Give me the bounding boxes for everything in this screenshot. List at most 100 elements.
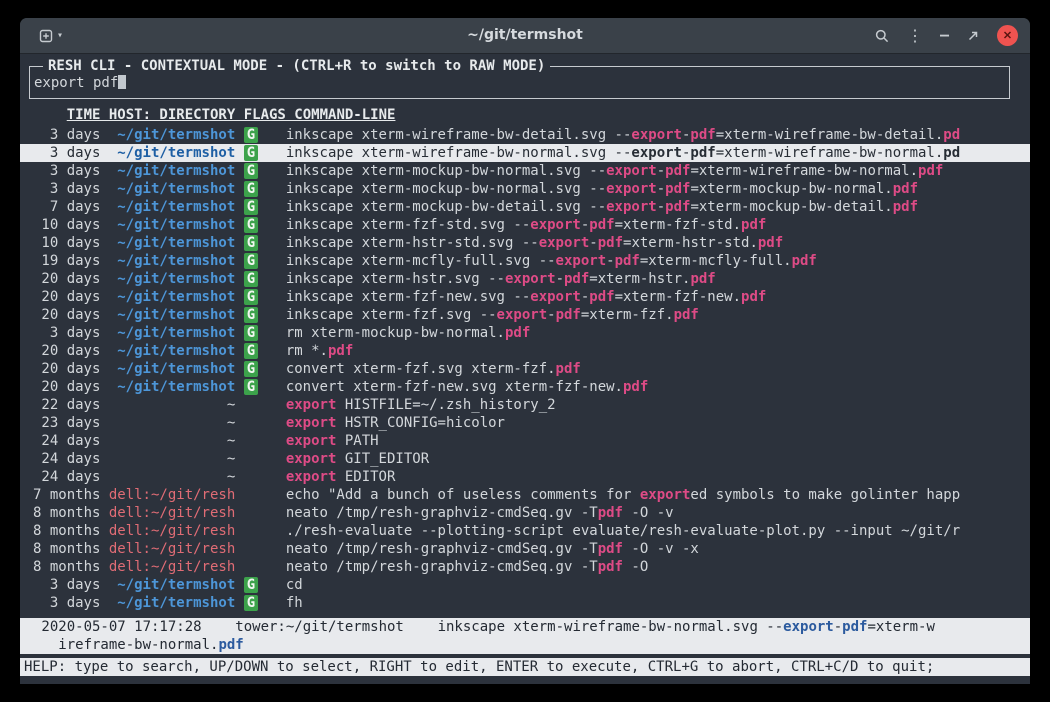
history-row[interactable]: 20 days~/git/termshotGinkscape xterm-fzf…	[20, 306, 1030, 324]
row-command: export PATH	[286, 432, 1030, 450]
row-host-directory: ~/git/termshot	[109, 198, 235, 216]
row-time: 7 months	[33, 486, 100, 504]
history-row[interactable]: 7 monthsdell:~/git/reshecho "Add a bunch…	[20, 486, 1030, 504]
menu-button[interactable]: ⋮	[907, 28, 923, 44]
git-flag-badge: G	[244, 577, 258, 593]
row-time: 10 days	[33, 234, 100, 252]
search-input[interactable]: export pdf	[34, 75, 126, 91]
row-flags	[244, 540, 286, 558]
git-flag-badge: G	[244, 325, 258, 341]
history-row[interactable]: 20 days~/git/termshotGinkscape xterm-fzf…	[20, 288, 1030, 306]
row-flags	[244, 504, 286, 522]
history-row[interactable]: 24 days~export PATH	[20, 432, 1030, 450]
history-row[interactable]: 7 days~/git/termshotGinkscape xterm-mock…	[20, 198, 1030, 216]
titlebar-right-controls: ⋮ – ✕	[874, 25, 1018, 46]
history-row[interactable]: 10 days~/git/termshotGinkscape xterm-hst…	[20, 234, 1030, 252]
history-row[interactable]: 8 monthsdell:~/git/reshneato /tmp/resh-g…	[20, 540, 1030, 558]
search-icon	[874, 28, 890, 44]
row-flags: G	[244, 144, 286, 162]
row-command: neato /tmp/resh-graphviz-cmdSeq.gv -Tpdf…	[286, 504, 1030, 522]
history-row[interactable]: 3 days~/git/termshotGinkscape xterm-mock…	[20, 180, 1030, 198]
history-row[interactable]: 20 days~/git/termshotGconvert xterm-fzf.…	[20, 360, 1030, 378]
close-icon: ✕	[1003, 29, 1012, 42]
row-time: 20 days	[33, 288, 100, 306]
row-command: inkscape xterm-wireframe-bw-normal.svg -…	[286, 144, 1030, 162]
row-host-directory: ~/git/termshot	[109, 252, 235, 270]
history-row[interactable]: 23 days~export HSTR_CONFIG=hicolor	[20, 414, 1030, 432]
history-row[interactable]: 8 monthsdell:~/git/reshneato /tmp/resh-g…	[20, 504, 1030, 522]
history-row[interactable]: 24 days~export GIT_EDITOR	[20, 450, 1030, 468]
row-command: inkscape xterm-mockup-bw-normal.svg --ex…	[286, 162, 1030, 180]
minimize-icon: –	[940, 28, 949, 43]
row-command: cd	[286, 576, 1030, 594]
row-time: 3 days	[33, 126, 100, 144]
row-flags: G	[244, 252, 286, 270]
history-row[interactable]: 8 monthsdell:~/git/resh./resh-evaluate -…	[20, 522, 1030, 540]
git-flag-badge: G	[244, 595, 258, 611]
row-command: inkscape xterm-mcfly-full.svg --export-p…	[286, 252, 1030, 270]
row-time: 3 days	[33, 180, 100, 198]
row-flags	[244, 432, 286, 450]
history-row[interactable]: 24 days~export EDITOR	[20, 468, 1030, 486]
chevron-down-icon: ▾	[57, 31, 63, 41]
history-row[interactable]: 8 monthsdell:~/git/reshneato /tmp/resh-g…	[20, 558, 1030, 576]
new-terminal-dropdown-button[interactable]: ▾	[57, 31, 63, 41]
history-row[interactable]: 3 days~/git/termshotGcd	[20, 576, 1030, 594]
history-row[interactable]: 3 days~/git/termshotGinkscape xterm-wire…	[20, 126, 1030, 144]
git-flag-badge: G	[244, 289, 258, 305]
row-command: inkscape xterm-wireframe-bw-detail.svg -…	[286, 126, 1030, 144]
row-host-directory: dell:~/git/resh	[109, 540, 235, 558]
row-command: fh	[286, 594, 1030, 612]
git-flag-badge: G	[244, 145, 258, 161]
row-flags: G	[244, 378, 286, 396]
row-flags	[244, 486, 286, 504]
row-host-directory: dell:~/git/resh	[109, 522, 235, 540]
history-header-pad	[33, 107, 67, 123]
row-flags: G	[244, 360, 286, 378]
titlebar[interactable]: ▾ ~/git/termshot ⋮ –	[20, 18, 1030, 54]
row-host-directory: ~/git/termshot	[109, 270, 235, 288]
history-row[interactable]: 3 days~/git/termshotGinkscape xterm-mock…	[20, 162, 1030, 180]
git-flag-badge: G	[244, 361, 258, 377]
row-time: 3 days	[33, 144, 100, 162]
git-flag-badge: G	[244, 127, 258, 143]
row-command: inkscape xterm-hstr.svg --export-pdf=xte…	[286, 270, 1030, 288]
close-button[interactable]: ✕	[997, 25, 1018, 46]
history-row[interactable]: 22 days~export HISTFILE=~/.zsh_history_2	[20, 396, 1030, 414]
row-flags: G	[244, 342, 286, 360]
row-command: convert xterm-fzf-new.svg xterm-fzf-new.…	[286, 378, 1030, 396]
new-terminal-button[interactable]	[38, 28, 54, 44]
row-command: export HISTFILE=~/.zsh_history_2	[286, 396, 1030, 414]
history-row[interactable]: 20 days~/git/termshotGinkscape xterm-hst…	[20, 270, 1030, 288]
restore-button[interactable]	[966, 29, 980, 43]
row-host-directory: ~/git/termshot	[109, 144, 235, 162]
history-row[interactable]: 19 days~/git/termshotGinkscape xterm-mcf…	[20, 252, 1030, 270]
row-time: 3 days	[33, 324, 100, 342]
row-time: 24 days	[33, 450, 100, 468]
git-flag-badge: G	[244, 271, 258, 287]
restore-icon	[966, 29, 980, 43]
minimize-button[interactable]: –	[940, 28, 949, 43]
detail-line-1: 2020-05-07 17:17:28 tower:~/git/termshot…	[33, 618, 1017, 636]
search-button[interactable]	[874, 28, 890, 44]
row-command: export GIT_EDITOR	[286, 450, 1030, 468]
row-flags	[244, 558, 286, 576]
history-row[interactable]: 10 days~/git/termshotGinkscape xterm-fzf…	[20, 216, 1030, 234]
search-box[interactable]: RESH CLI - CONTEXTUAL MODE - (CTRL+R to …	[29, 66, 1010, 99]
row-time: 8 months	[33, 504, 100, 522]
row-flags: G	[244, 306, 286, 324]
history-row[interactable]: 3 days ~/git/termshot Ginkscape xterm-wire…	[20, 144, 1030, 162]
row-command: convert xterm-fzf.svg xterm-fzf.pdf	[286, 360, 1030, 378]
row-command: export EDITOR	[286, 468, 1030, 486]
history-row[interactable]: 3 days~/git/termshotGrm xterm-mockup-bw-…	[20, 324, 1030, 342]
history-header: TIME HOST: DIRECTORY FLAGS COMMAND-LINE	[20, 106, 1030, 124]
row-host-directory: ~/git/termshot	[109, 594, 235, 612]
history-row[interactable]: 20 days~/git/termshotGconvert xterm-fzf-…	[20, 378, 1030, 396]
history-row[interactable]: 3 days~/git/termshotGfh	[20, 594, 1030, 612]
row-command: inkscape xterm-mockup-bw-normal.svg --ex…	[286, 180, 1030, 198]
row-time: 8 months	[33, 522, 100, 540]
history-row[interactable]: 20 days~/git/termshotGrm *.pdf	[20, 342, 1030, 360]
row-host-directory: ~	[109, 396, 235, 414]
row-command: inkscape xterm-fzf.svg --export-pdf=xter…	[286, 306, 1030, 324]
text-cursor	[118, 74, 126, 89]
